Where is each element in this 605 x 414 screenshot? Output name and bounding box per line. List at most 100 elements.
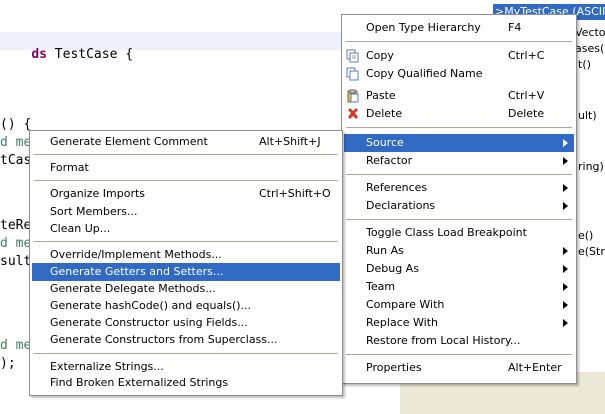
menu-separator xyxy=(34,241,338,242)
menu-item-label: Team xyxy=(366,280,396,293)
menu-item-label: Override/Implement Methods... xyxy=(50,248,222,261)
menu-item-label: Replace With xyxy=(366,316,438,329)
code-fragment: d me xyxy=(0,338,32,353)
menu-item-delete[interactable]: Delete Delete xyxy=(344,105,574,123)
menu-item-label: Generate Constructors from Superclass... xyxy=(50,333,278,346)
submenu-arrow-icon xyxy=(563,301,568,309)
menu-item-label: Find Broken Externalized Strings xyxy=(50,376,229,389)
menu-item-replace-with[interactable]: Replace With xyxy=(344,314,574,332)
submenu-arrow-icon xyxy=(563,247,568,255)
menu-item-find-broken-externalized-strings[interactable]: Find Broken Externalized Strings xyxy=(32,374,340,392)
menu-separator xyxy=(34,353,338,354)
delete-icon xyxy=(346,107,360,121)
menu-item-compare-with[interactable]: Compare With xyxy=(344,296,574,314)
menu-item-label: Format xyxy=(50,161,89,174)
code-fragment: d me xyxy=(0,236,32,251)
menu-item-paste[interactable]: Paste Ctrl+V xyxy=(344,87,574,105)
menu-item-properties[interactable]: Properties Alt+Enter xyxy=(344,359,574,377)
menu-item-label: Generate Constructor using Fields... xyxy=(50,316,248,329)
menu-separator xyxy=(346,174,572,175)
menu-item-debug-as[interactable]: Debug As xyxy=(344,260,574,278)
menu-separator xyxy=(346,354,572,355)
menu-item-team[interactable]: Team xyxy=(344,278,574,296)
menu-separator xyxy=(34,154,338,155)
menu-item-copy-qualified-name[interactable]: Copy Qualified Name xyxy=(344,65,574,83)
menu-item-label: Refactor xyxy=(366,154,413,167)
outline-item[interactable]: Vector xyxy=(575,26,605,39)
outline-item[interactable]: e() xyxy=(578,229,593,242)
code-fragment: d me xyxy=(0,135,32,150)
menu-separator xyxy=(34,180,338,181)
menu-item-refactor[interactable]: Refactor xyxy=(344,152,574,170)
outline-item[interactable]: ult) xyxy=(578,109,597,122)
menu-item-label: Restore from Local History... xyxy=(366,334,521,347)
copy-qualified-icon xyxy=(346,67,360,81)
outline-item[interactable]: e(Strin xyxy=(578,245,605,258)
code-fragment: () { xyxy=(0,117,32,132)
menu-item-toggle-class-load-breakpoint[interactable]: Toggle Class Load Breakpoint xyxy=(344,224,574,242)
menu-item-label: Copy Qualified Name xyxy=(366,67,483,80)
menu-item-label: Generate Delegate Methods... xyxy=(50,282,216,295)
menu-item-copy[interactable]: Copy Ctrl+C xyxy=(344,47,574,65)
menu-item-declarations[interactable]: Declarations xyxy=(344,197,574,215)
menu-separator xyxy=(346,127,572,128)
outline-item[interactable]: t() xyxy=(578,58,591,71)
code-fragment: tCas xyxy=(0,153,32,168)
menu-item-generate-constructor-fields[interactable]: Generate Constructor using Fields... xyxy=(32,314,340,332)
menu-item-accelerator: Alt+Shift+J xyxy=(259,135,321,148)
menu-item-generate-hashcode-equals[interactable]: Generate hashCode() and equals()... xyxy=(32,297,340,315)
source-submenu: Generate Element Comment Alt+Shift+J For… xyxy=(29,130,343,396)
menu-item-sort-members[interactable]: Sort Members... xyxy=(32,203,340,221)
menu-item-label: Organize Imports xyxy=(50,187,146,200)
copy-icon xyxy=(346,49,360,63)
submenu-arrow-icon xyxy=(563,265,568,273)
editor-current-line: ds TestCase { xyxy=(0,32,400,62)
menu-item-label: Generate Getters and Setters... xyxy=(50,265,224,278)
menu-item-label: Source xyxy=(366,136,404,149)
menu-item-accelerator: Ctrl+V xyxy=(508,89,545,102)
menu-item-organize-imports[interactable]: Organize Imports Ctrl+Shift+O xyxy=(32,185,340,203)
menu-item-label: References xyxy=(366,181,428,194)
menu-item-generate-element-comment[interactable]: Generate Element Comment Alt+Shift+J xyxy=(32,133,340,151)
menu-item-label: Compare With xyxy=(366,298,445,311)
submenu-arrow-icon xyxy=(563,283,568,291)
menu-item-generate-delegate-methods[interactable]: Generate Delegate Methods... xyxy=(32,280,340,298)
menu-item-accelerator: Delete xyxy=(508,107,545,120)
menu-item-label: Paste xyxy=(366,89,396,102)
code-fragment: sult xyxy=(0,254,32,269)
outline-item[interactable]: ring) xyxy=(578,160,604,173)
menu-item-generate-constructors-superclass[interactable]: Generate Constructors from Superclass... xyxy=(32,331,340,349)
menu-item-label: Debug As xyxy=(366,262,419,275)
class-declaration-fragment: TestCase { xyxy=(54,47,134,62)
menu-item-label: Properties xyxy=(366,361,422,374)
menu-item-restore-from-local-history[interactable]: Restore from Local History... xyxy=(344,332,574,350)
menu-item-open-type-hierarchy[interactable]: Open Type Hierarchy F4 xyxy=(344,19,574,37)
context-menu: Open Type Hierarchy F4 Copy Ctrl+C Copy … xyxy=(341,14,577,384)
menu-item-accelerator: Ctrl+C xyxy=(508,49,545,62)
menu-item-label: Sort Members... xyxy=(50,205,138,218)
menu-item-source[interactable]: Source xyxy=(344,134,574,152)
menu-item-accelerator: F4 xyxy=(508,21,522,34)
submenu-arrow-icon xyxy=(563,139,568,147)
menu-item-label: Generate hashCode() and equals()... xyxy=(50,299,252,312)
outline-item[interactable]: ases() xyxy=(575,42,605,55)
menu-item-clean-up[interactable]: Clean Up... xyxy=(32,220,340,238)
submenu-arrow-icon xyxy=(563,184,568,192)
menu-item-label: Toggle Class Load Breakpoint xyxy=(366,226,527,239)
menu-item-run-as[interactable]: Run As xyxy=(344,242,574,260)
menu-item-accelerator: Alt+Enter xyxy=(508,361,562,374)
menu-item-label: Declarations xyxy=(366,199,436,212)
paste-icon xyxy=(346,89,360,103)
menu-item-accelerator: Ctrl+Shift+O xyxy=(259,187,331,200)
menu-item-label: Generate Element Comment xyxy=(50,135,208,148)
submenu-arrow-icon xyxy=(563,319,568,327)
menu-item-generate-getters-setters[interactable]: Generate Getters and Setters... xyxy=(32,263,340,281)
submenu-arrow-icon xyxy=(563,202,568,210)
code-fragment: ); xyxy=(0,356,16,371)
menu-item-label: Run As xyxy=(366,244,404,257)
menu-item-label: Copy xyxy=(366,49,394,62)
menu-item-references[interactable]: References xyxy=(344,179,574,197)
menu-item-override-implement-methods[interactable]: Override/Implement Methods... xyxy=(32,246,340,264)
menu-separator xyxy=(346,219,572,220)
menu-item-format[interactable]: Format xyxy=(32,159,340,177)
